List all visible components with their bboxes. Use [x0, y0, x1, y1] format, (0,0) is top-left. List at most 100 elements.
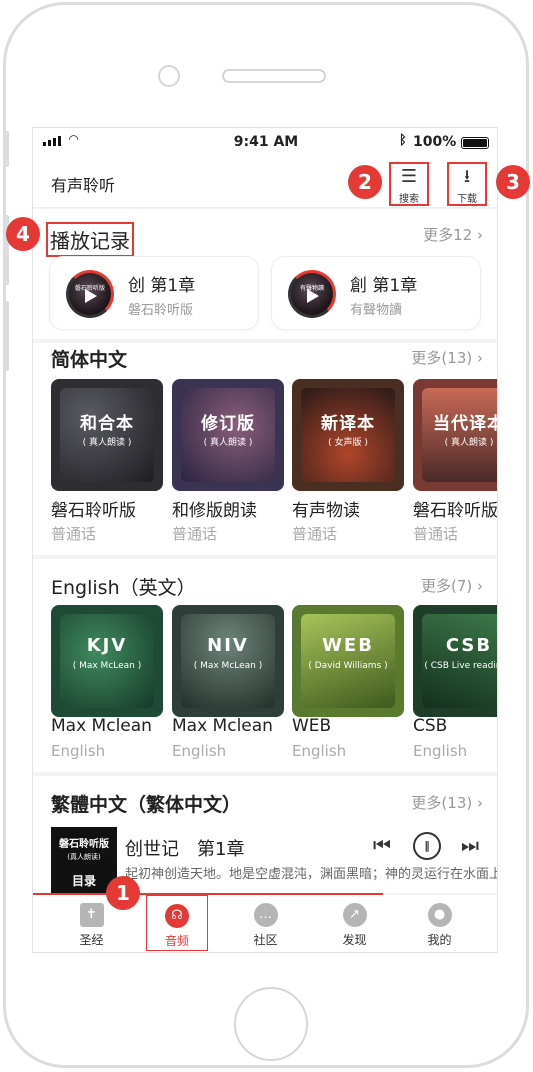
album-name: 和修版朗读	[172, 501, 257, 521]
album-name: CSB	[413, 716, 448, 736]
album-name: Max Mclean	[51, 716, 152, 736]
cover-subtitle: ( David Williams )	[308, 661, 388, 671]
chevron-right-icon: ›	[477, 349, 483, 367]
section-more-link[interactable]: 更多(7) ›	[421, 575, 483, 596]
annotation-badge-3: 3	[496, 165, 530, 199]
tab-discover[interactable]: ↗ 发现	[308, 895, 401, 952]
cover-subtitle: ( 真人朗读 )	[203, 438, 253, 448]
search-button[interactable]: ☰ 搜索	[389, 162, 429, 206]
traditional-chinese-section: 繁體中文（繁体中文） 更多(13) ›	[33, 776, 497, 825]
chevron-right-icon: ›	[477, 794, 483, 812]
cover-subtitle: ( Max McLean )	[72, 661, 142, 671]
play-icon	[85, 289, 97, 303]
history-title: 創 第1章	[350, 276, 418, 296]
album-language: English	[51, 742, 106, 760]
tab-label: 圣经	[79, 933, 104, 947]
compass-icon: ↗	[342, 903, 367, 927]
previous-icon[interactable]: ⏮	[373, 833, 391, 857]
album-name: WEB	[292, 716, 332, 736]
play-history-more-link[interactable]: 更多12 ›	[423, 224, 483, 245]
section-title: 繁體中文（繁体中文）	[51, 794, 242, 816]
earpiece-speaker	[222, 69, 326, 83]
more-label: 更多(13)	[411, 794, 473, 812]
album-cover[interactable]: 当代译本 ( 真人朗读 )	[413, 379, 497, 491]
chevron-right-icon: ›	[477, 577, 483, 595]
mini-player[interactable]: 磐石聆听版 (真人朗读) 目录 创世记 第1章 起初神创造天地。地是空虚混沌，渊…	[33, 825, 498, 893]
section-title: 简体中文	[51, 349, 128, 371]
play-history-section: 播放记录 更多12 › 磐石聆听版 创 第1章 磐石聆听版 有聲物讀 創 第1章…	[33, 209, 497, 339]
album-name: 有声物读	[292, 501, 360, 521]
player-title: 创世记 第1章	[125, 839, 245, 860]
simplified-chinese-section: 简体中文 更多(13) › 和合本 ( 真人朗读 ) 磐石聆听版 普通话 修订版…	[33, 343, 498, 555]
tab-audio[interactable]: ☊ 音频	[146, 895, 208, 951]
section-title: English（英文）	[51, 577, 196, 599]
app-header: 有声聆听 ☰ 搜索 ⭳ 下载	[33, 156, 497, 208]
battery-percent: 100%	[413, 134, 457, 150]
history-subtitle: 磐石聆听版	[128, 303, 194, 318]
cover-subtitle: ( Max McLean )	[193, 661, 263, 671]
album-cover[interactable]: NIV ( Max McLean )	[172, 605, 284, 717]
chat-bubbles-icon: …	[253, 903, 278, 927]
cover-title: 新译本	[321, 414, 375, 434]
english-section: English（英文） 更多(7) › KJV ( Max McLean ) M…	[33, 559, 497, 772]
album-cover[interactable]: 新译本 ( 女声版 )	[292, 379, 404, 491]
page-title: 有声聆听	[51, 176, 116, 195]
cover-line: 磐石聆听版	[59, 839, 109, 850]
history-card[interactable]: 有聲物讀 創 第1章 有聲物讀	[271, 256, 481, 330]
album-language: 普通话	[51, 525, 97, 543]
app-screen: ◠ 9:41 AM ᛒ 100% 有声聆听 ☰ 搜索 ⭳ 下载 播放记录 更多1…	[32, 127, 498, 953]
history-subtitle: 有聲物讀	[350, 303, 403, 318]
album-language: English	[172, 742, 227, 760]
download-button[interactable]: ⭳ 下载	[447, 162, 487, 206]
play-history-title: 播放记录	[46, 222, 134, 257]
history-card[interactable]: 磐石聆听版 创 第1章 磐石聆听版	[49, 256, 259, 330]
search-label: 搜索	[399, 194, 419, 205]
search-icon: ☰	[400, 166, 418, 187]
cover-title: NIV	[207, 635, 249, 656]
home-button	[234, 987, 308, 1061]
next-icon[interactable]: ⏭	[461, 833, 479, 857]
front-camera	[158, 65, 180, 87]
player-subtitle: 起初神创造天地。地是空虚混沌，渊面黑暗；神的灵运行在水面上	[125, 867, 498, 882]
cover-subtitle: ( CSB Live reading )	[424, 661, 497, 671]
album-language: 普通话	[413, 525, 459, 543]
album-cover[interactable]: CSB ( CSB Live reading )	[413, 605, 497, 717]
album-name: 磐石聆听版	[51, 501, 136, 521]
annotation-badge-4: 4	[6, 217, 40, 251]
cover-title: KJV	[86, 635, 128, 656]
tab-label: 我的	[427, 933, 452, 947]
album-cover[interactable]: 修订版 ( 真人朗读 )	[172, 379, 284, 491]
annotation-badge-2: 2	[348, 165, 382, 199]
album-cover[interactable]: 和合本 ( 真人朗读 )	[51, 379, 163, 491]
album-name: 磐石聆听版	[413, 501, 498, 521]
cover-line: (真人朗读)	[67, 853, 101, 861]
download-icon: ⭳	[463, 166, 471, 187]
headphones-icon: ☊	[165, 904, 189, 928]
history-title: 创 第1章	[128, 276, 196, 296]
album-cover[interactable]: KJV ( Max McLean )	[51, 605, 163, 717]
cover-title: 和合本	[80, 414, 134, 434]
bluetooth-icon: ᛒ	[399, 133, 407, 148]
tab-label: 社区	[253, 933, 278, 947]
download-label: 下载	[457, 194, 477, 205]
play-icon	[307, 289, 319, 303]
section-more-link[interactable]: 更多(13) ›	[411, 347, 483, 368]
cover-title: CSB	[445, 635, 493, 656]
section-more-link[interactable]: 更多(13) ›	[411, 792, 483, 813]
bible-book-icon: ✝	[79, 903, 104, 927]
status-bar: ◠ 9:41 AM ᛒ 100%	[33, 128, 497, 156]
player-cover[interactable]: 磐石聆听版 (真人朗读) 目录	[51, 827, 117, 893]
tab-profile[interactable]: ● 我的	[393, 895, 486, 952]
album-name: Max Mclean	[172, 716, 273, 736]
album-cover[interactable]: WEB ( David Williams )	[292, 605, 404, 717]
more-label: 更多12	[423, 226, 473, 244]
tab-community[interactable]: … 社区	[219, 895, 312, 952]
history-thumb: 有聲物讀	[288, 270, 336, 318]
cover-subtitle: ( 女声版 )	[328, 438, 368, 448]
bottom-tab-bar: ✝ 圣经 ☊ 音频 … 社区 ↗ 发现 ● 我的	[33, 895, 497, 952]
tab-label: 发现	[342, 933, 367, 947]
user-profile-icon: ●	[427, 903, 452, 927]
pause-icon[interactable]: ‖	[413, 832, 441, 860]
album-language: 普通话	[292, 525, 338, 543]
volume-down-button	[3, 301, 9, 371]
